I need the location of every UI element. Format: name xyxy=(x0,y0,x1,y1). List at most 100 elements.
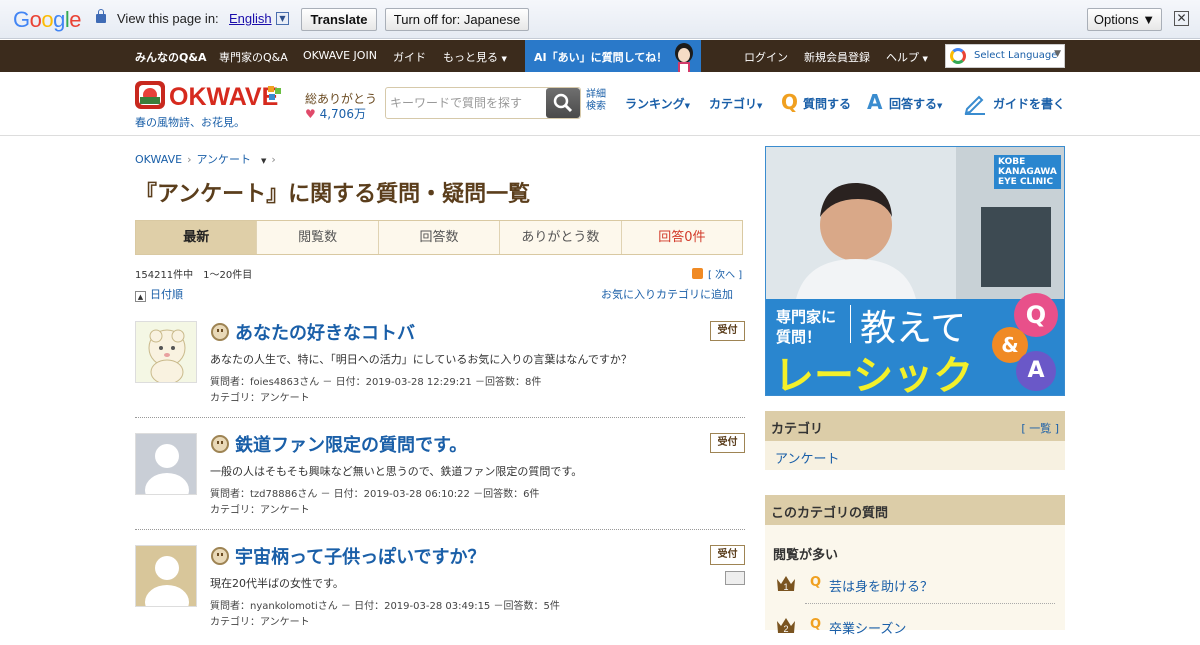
chevron-right-icon: › xyxy=(187,153,192,166)
category-panel-header: カテゴリ [ 一覧 ] xyxy=(765,411,1065,441)
write-guide-link[interactable]: ガイドを書く xyxy=(993,95,1065,112)
ai-banner[interactable]: AI「あい」に質問してね！ xyxy=(525,40,701,72)
avatar[interactable] xyxy=(135,433,197,495)
next-label: [ 次へ ] xyxy=(708,270,743,281)
rank-1-crown-icon: 1 xyxy=(775,573,797,593)
avatar[interactable] xyxy=(135,545,197,607)
avatar[interactable] xyxy=(135,321,197,383)
register-link[interactable]: 新規会員登録 xyxy=(804,49,870,65)
category-item-enquete[interactable]: アンケート xyxy=(775,448,839,467)
ad-divider xyxy=(850,305,851,343)
question-title[interactable]: 宇宙柄って子供っぽいですか？ xyxy=(235,543,486,569)
lasik-ad-banner[interactable]: KOBE KANAGAWA EYE CLINIC 専門家に 質問！ 教えて レー… xyxy=(765,146,1065,396)
ranking-link[interactable]: ランキング▼ xyxy=(625,95,690,112)
user-status-icon xyxy=(211,323,229,341)
pencil-icon xyxy=(964,95,985,115)
nav-item-expert-qa[interactable]: 専門家のQ&A xyxy=(219,49,288,65)
nav-item-more-label: もっと見る xyxy=(443,51,498,64)
ad-a-bubble: A xyxy=(1016,351,1056,391)
options-button[interactable]: Options ▼ xyxy=(1087,8,1162,31)
nav-item-more[interactable]: もっと見る ▼ xyxy=(443,49,507,65)
question-item: 鉄道ファン限定の質問です。 一般の人はそもそも興味など無いと思うので、鉄道ファン… xyxy=(135,433,745,533)
this-category-panel-body: 閲覧が多い 1 Q 芸は身を助ける？ 2 Q 卒業シーズン xyxy=(765,525,1065,637)
okwave-logo[interactable]: OKWAVE xyxy=(135,80,287,110)
result-count: 154211件中 1～20件目 xyxy=(135,270,253,281)
category-link[interactable]: カテゴリ▼ xyxy=(709,95,762,112)
sort-tabs: 最新 閲覧数 回答数 ありがとう数 回答0件 xyxy=(135,220,743,255)
ai-banner-text: AI「あい」に質問してね！ xyxy=(534,51,668,64)
category-list-link[interactable]: [ 一覧 ] xyxy=(1021,420,1059,436)
nav-item-minna-qa[interactable]: みんなのQ&A xyxy=(135,49,206,65)
tab-latest[interactable]: 最新 xyxy=(136,221,258,254)
close-icon[interactable]: ✕ xyxy=(1174,11,1189,26)
search-box xyxy=(385,87,581,119)
lock-icon xyxy=(96,9,106,23)
question-category: カテゴリ：アンケート xyxy=(210,617,310,628)
question-meta: 質問者：foies4863さん － 日付：2019-03-28 12:29:21… xyxy=(210,377,542,388)
question-title[interactable]: あなたの好きなコトバ xyxy=(235,319,415,345)
ad-headline-2: レーシック xyxy=(774,353,974,396)
breadcrumb-okwave[interactable]: OKWAVE xyxy=(135,153,182,166)
tab-no-answers[interactable]: 回答0件 xyxy=(621,221,743,254)
sort-date-label: 日付順 xyxy=(150,288,183,301)
search-button[interactable] xyxy=(546,88,580,118)
tab-thanks[interactable]: ありがとう数 xyxy=(500,221,622,254)
this-category-title: このカテゴリの質問 xyxy=(771,506,889,521)
rank-2-crown-icon: 2 xyxy=(775,615,797,635)
ad-expert-text: 専門家に 質問！ xyxy=(776,307,836,347)
next-link[interactable]: [ 次へ ] xyxy=(692,266,742,281)
status-badge: 受付 xyxy=(710,321,745,341)
divider xyxy=(805,603,1055,604)
caret-down-icon: ▼ xyxy=(757,102,763,110)
clinic-line-1: KOBE xyxy=(998,157,1026,167)
turn-off-button[interactable]: Turn off for: Japanese xyxy=(385,8,529,31)
nav-item-guide[interactable]: ガイド xyxy=(393,49,426,65)
help-link[interactable]: ヘルプ ▼ xyxy=(886,49,928,65)
add-favorite-link[interactable]: お気に入りカテゴリに追加 xyxy=(601,286,733,302)
rank-2-number: 2 xyxy=(783,624,788,634)
logo-text: OKWAVE xyxy=(169,83,278,110)
caret-down-icon: ▼ xyxy=(684,102,691,110)
status-badge: 受付 xyxy=(710,433,745,453)
most-viewed-heading: 閲覧が多い xyxy=(773,548,839,563)
rss-icon[interactable] xyxy=(692,268,703,279)
login-link[interactable]: ログイン xyxy=(744,49,788,65)
question-item: あなたの好きなコトバ あなたの人生で、特に、「明日への活力」にしているお気に入り… xyxy=(135,321,745,421)
answer-label: 回答する xyxy=(889,97,938,111)
divider xyxy=(135,417,745,418)
site-header: OKWAVE 春の風物詩、お花見。 総ありがとう ♥ 4,706万 詳細検索 ラ… xyxy=(0,72,1200,136)
sort-up-icon: ▲ xyxy=(135,291,146,302)
thanks-count: ♥ 4,706万 xyxy=(305,105,366,122)
search-icon xyxy=(553,93,573,113)
logo-subtitle[interactable]: 春の風物詩、お花見。 xyxy=(135,114,245,130)
question-title[interactable]: 鉄道ファン限定の質問です。 xyxy=(235,431,467,457)
caret-down-icon: ▼ xyxy=(501,55,507,63)
breadcrumb-enquete[interactable]: アンケート xyxy=(196,153,251,166)
view-page-label: View this page in: xyxy=(117,11,219,26)
ask-link[interactable]: 質問する xyxy=(803,95,851,112)
tab-views[interactable]: 閲覧数 xyxy=(257,221,379,254)
search-input[interactable] xyxy=(390,93,540,113)
caret-down-icon: ▼ xyxy=(937,102,943,110)
caret-down-icon[interactable]: ▼ xyxy=(261,157,266,165)
question-category: カテゴリ：アンケート xyxy=(210,505,310,516)
dropdown-arrow-icon: ▼ xyxy=(1054,49,1061,59)
tab-answers[interactable]: 回答数 xyxy=(378,221,501,254)
thanks-count-value: 4,706万 xyxy=(319,107,366,121)
user-status-icon xyxy=(211,435,229,453)
advanced-line-1: 詳細 xyxy=(586,89,606,100)
advanced-line-2: 検索 xyxy=(586,101,606,112)
select-language[interactable]: Select Language ▼ xyxy=(945,44,1065,68)
rank-question-link[interactable]: 卒業シーズン xyxy=(829,618,906,637)
language-link[interactable]: English xyxy=(229,11,272,26)
select-language-label: Select Language xyxy=(974,50,1058,61)
answer-link[interactable]: 回答する▼ xyxy=(889,95,942,112)
status-badge: 受付 xyxy=(710,545,745,565)
language-dropdown-icon[interactable]: ▼ xyxy=(276,12,289,25)
advanced-search-link[interactable]: 詳細 検索 xyxy=(586,89,606,113)
rank-question-link[interactable]: 芸は身を助ける？ xyxy=(829,576,933,595)
sort-date[interactable]: ▲ 日付順 xyxy=(135,286,183,302)
nav-item-okwave-join[interactable]: OKWAVE JOIN xyxy=(303,49,377,62)
translate-button[interactable]: Translate xyxy=(301,8,377,31)
question-body: 現在20代半ばの女性です。 xyxy=(210,577,344,590)
